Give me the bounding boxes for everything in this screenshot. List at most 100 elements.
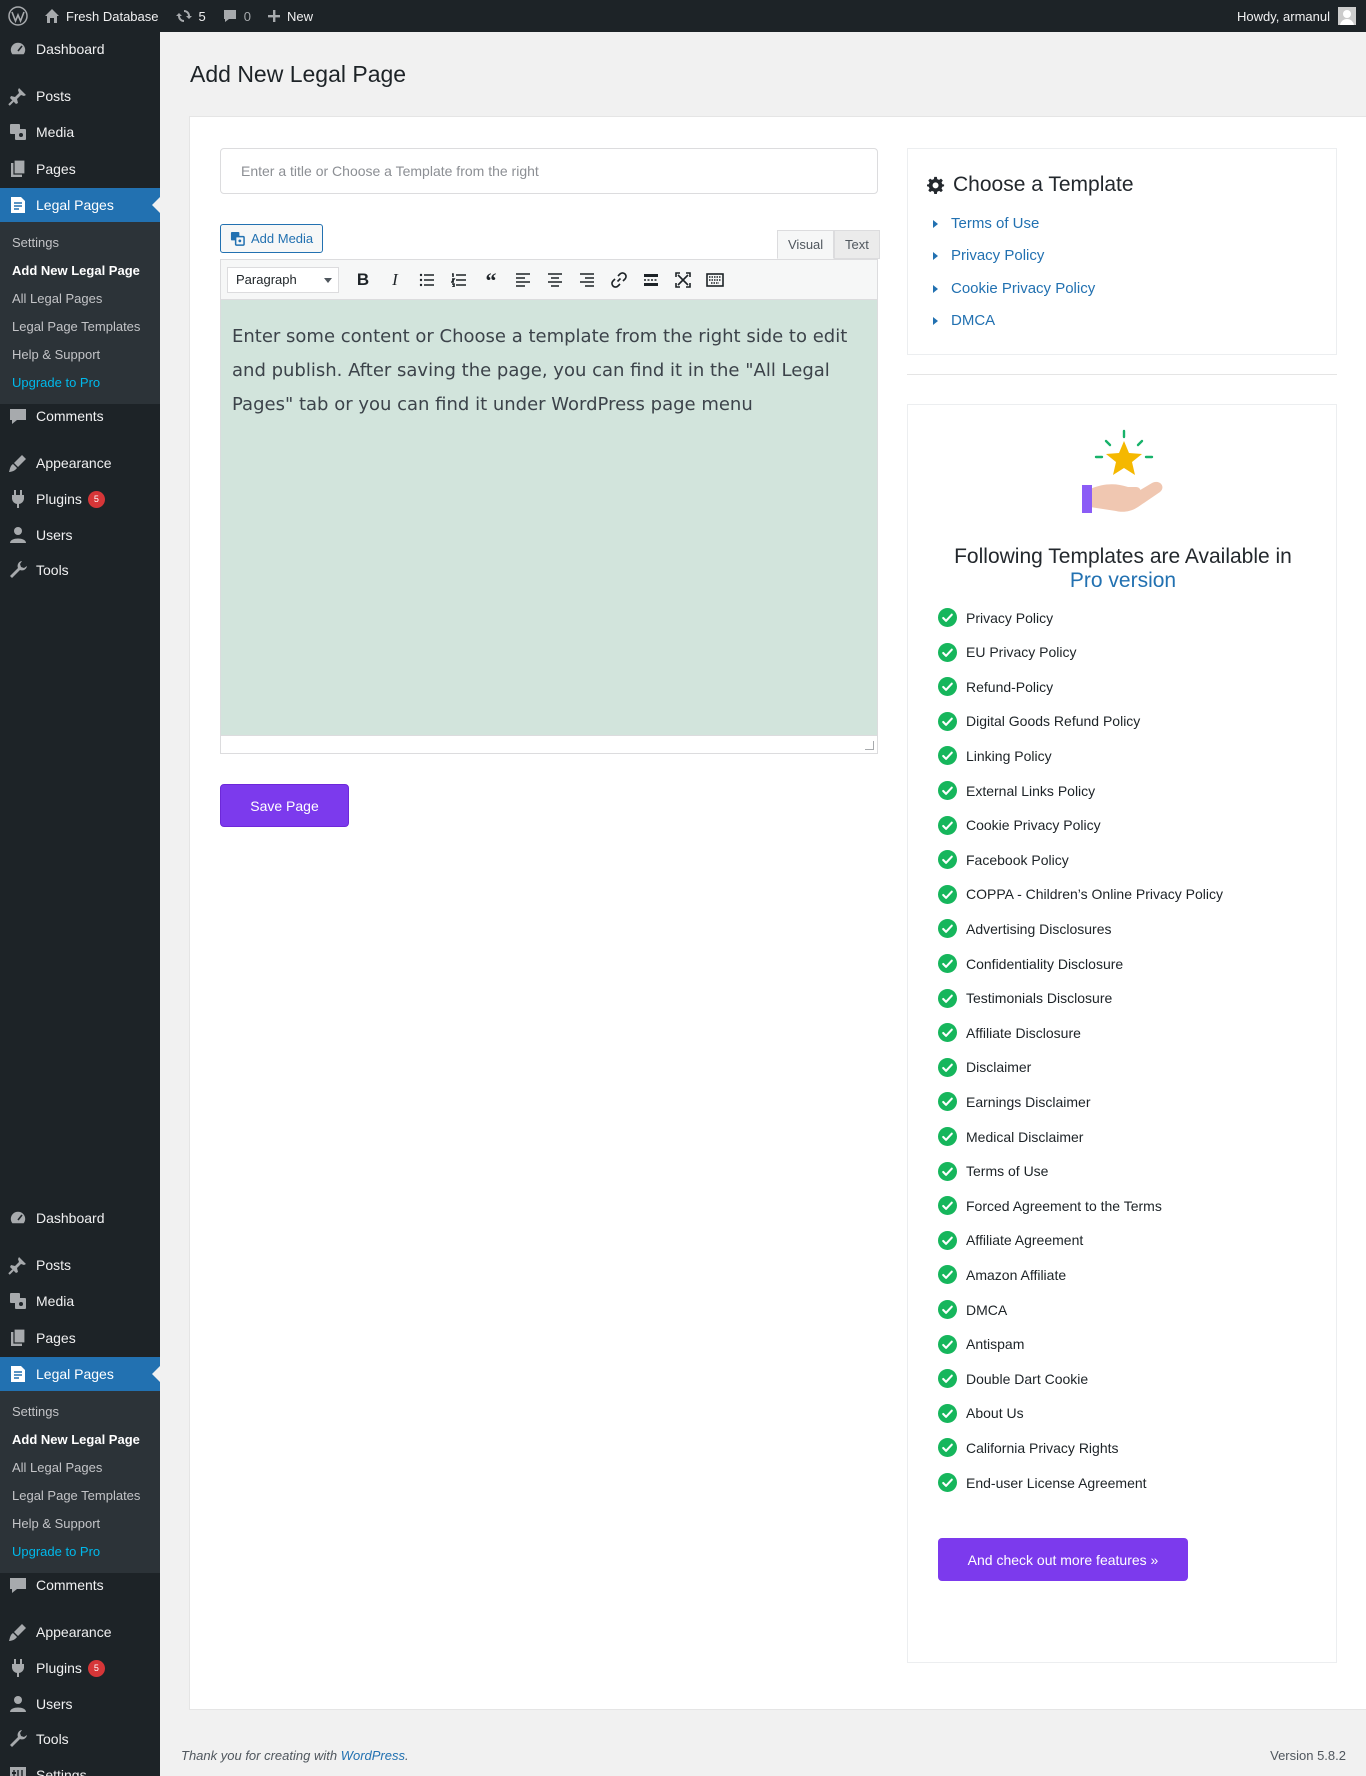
submenu-settings[interactable]: Settings [0,229,160,257]
template-link-privacy-policy[interactable]: Privacy Policy [933,247,1044,264]
save-page-button[interactable]: Save Page [220,784,349,827]
editor-content-area[interactable]: Enter some content or Choose a template … [220,300,878,735]
fullscreen-icon [675,271,691,288]
sidebar-item-posts[interactable]: Posts [0,1248,160,1282]
more-features-button[interactable]: And check out more features » [938,1538,1188,1581]
check-circle-icon [938,850,957,870]
editor-text: Enter some content or Choose a template … [232,326,848,415]
template-link-dmca[interactable]: DMCA [933,312,995,329]
plugins-update-badge: 5 [87,1659,105,1677]
pro-feature-label: Advertising Disclosures [966,920,1112,937]
avatar [1338,7,1356,25]
my-account-link[interactable]: Howdy, armanul [1229,0,1366,32]
sidebar-item-label: Posts [36,88,72,104]
pro-feature-label: Terms of Use [966,1163,1049,1180]
sidebar-item-users[interactable]: Users [0,1687,160,1721]
submenu-all-legal-pages[interactable]: All Legal Pages [0,1454,160,1482]
sidebar-item-comments[interactable]: Comments [0,399,160,433]
pro-feature-item: External Links Policy [938,781,1095,800]
pro-feature-item: DMCA [938,1300,1007,1319]
sidebar-item-comments[interactable]: Comments [0,1568,160,1602]
sidebar-item-appearance[interactable]: Appearance [0,446,160,480]
add-media-button[interactable]: Add Media [220,224,324,253]
submenu-help-support[interactable]: Help & Support [0,1510,160,1538]
comments-link[interactable]: 0 [214,0,259,32]
media-icon [10,1293,26,1309]
home-icon [45,9,59,23]
submenu-add-new-legal-page[interactable]: Add New Legal Page [0,1426,160,1454]
insert-link-button[interactable] [603,265,635,295]
pages-icon [11,1328,26,1346]
sidebar-item-media[interactable]: Media [0,1284,160,1318]
align-left-button[interactable] [507,265,539,295]
pro-feature-label: Privacy Policy [966,609,1054,626]
blockquote-button[interactable]: “ [475,265,507,295]
submenu-help-support[interactable]: Help & Support [0,341,160,369]
submenu-upgrade-to-pro[interactable]: Upgrade to Pro [0,1538,160,1566]
sidebar-item-plugins[interactable]: Plugins 5 [0,1651,160,1685]
sidebar-item-tools[interactable]: Tools [0,553,160,587]
sidebar-item-appearance[interactable]: Appearance [0,1615,160,1649]
sidebar-item-label: Tools [36,1731,69,1747]
template-link-cookie-privacy-policy[interactable]: Cookie Privacy Policy [933,280,1095,297]
format-select[interactable]: Paragraph [227,266,339,293]
bold-button[interactable]: B [347,265,379,295]
fullscreen-button[interactable] [667,265,699,295]
submenu-legal-page-templates[interactable]: Legal Page Templates [0,313,160,341]
check-circle-icon [938,1023,957,1043]
read-more-button[interactable] [635,265,667,295]
add-media-label: Add Media [251,231,314,246]
pro-feature-label: Refund-Policy [966,678,1054,695]
pro-feature-label: Testimonials Disclosure [966,990,1113,1007]
sidebar-item-pages[interactable]: Pages [0,152,160,186]
sidebar-item-tools[interactable]: Tools [0,1722,160,1756]
pro-feature-item: Testimonials Disclosure [938,988,1113,1008]
sidebar-item-users[interactable]: Users [0,518,160,552]
pro-feature-item: COPPA - Children’s Online Privacy Policy [938,884,1223,904]
sidebar-item-plugins[interactable]: Plugins 5 [0,482,160,516]
sidebar-item-settings[interactable]: Settings [0,1758,160,1776]
align-right-button[interactable] [571,265,603,295]
check-circle-icon [938,1230,957,1250]
sidebar-item-label: Comments [36,1577,104,1593]
sidebar-item-legal-pages[interactable]: Legal Pages [0,188,160,222]
appearance-icon [9,455,26,472]
bullet-list-button[interactable] [411,265,443,295]
toolbar-toggle-button[interactable] [699,265,731,295]
tab-visual[interactable]: Visual [777,230,835,259]
plugins-icon [12,1659,24,1677]
submenu-all-legal-pages[interactable]: All Legal Pages [0,285,160,313]
wordpress-logo-icon[interactable] [0,0,36,32]
align-center-button[interactable] [539,265,571,295]
template-link-terms-of-use[interactable]: Terms of Use [933,215,1039,232]
submenu-settings[interactable]: Settings [0,1398,160,1426]
sidebar-item-label: Plugins [36,1660,82,1676]
submenu-upgrade-to-pro[interactable]: Upgrade to Pro [0,369,160,397]
submenu-legal-page-templates[interactable]: Legal Page Templates [0,1482,160,1510]
sidebar-item-pages[interactable]: Pages [0,1321,160,1355]
editor-resize-bar[interactable] [220,735,878,754]
pin-icon [8,88,26,106]
page-title-input[interactable] [220,148,878,194]
check-circle-icon [938,1127,957,1146]
sidebar-item-media[interactable]: Media [0,115,160,149]
comments-count: 0 [243,8,251,24]
pages-icon [11,159,26,177]
tab-text[interactable]: Text [834,230,880,259]
numbered-list-button[interactable] [443,265,475,295]
pro-version-link[interactable]: Pro version [908,569,1338,593]
pro-feature-item: Amazon Affiliate [938,1265,1066,1285]
pro-feature-label: Confidentiality Disclosure [966,955,1124,972]
wordpress-link[interactable]: WordPress [341,1748,405,1763]
updates-link[interactable]: 5 [167,0,214,32]
sidebar-item-dashboard[interactable]: Dashboard [0,1201,160,1235]
dashboard-icon [9,41,27,56]
new-content-link[interactable]: New [259,0,321,32]
submenu-add-new-legal-page[interactable]: Add New Legal Page [0,257,160,285]
site-name-link[interactable]: Fresh Database [36,0,167,32]
italic-button[interactable]: I [379,265,411,295]
sidebar-item-dashboard[interactable]: Dashboard [0,32,160,66]
sidebar-item-legal-pages[interactable]: Legal Pages [0,1357,160,1391]
sidebar-item-posts[interactable]: Posts [0,79,160,113]
link-icon [611,271,627,288]
